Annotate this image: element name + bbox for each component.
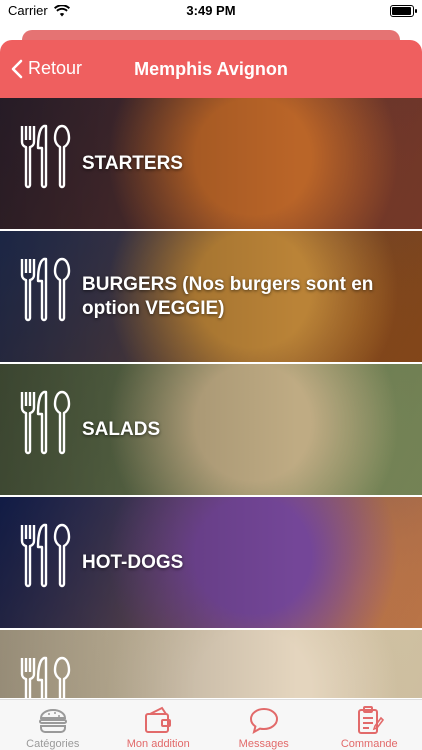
tab-label: Mon addition (126, 738, 190, 750)
category-label: SALADS (82, 418, 161, 440)
tab-bar: Catégories Mon addition Messages Command… (0, 699, 422, 750)
tab-messages[interactable]: Messages (211, 700, 317, 750)
order-clipboard-icon (358, 706, 385, 734)
tab-label: Commande (340, 738, 398, 750)
category-cell-menu[interactable] (0, 630, 422, 698)
cutlery-icon (20, 390, 71, 455)
navigation-bar: Retour Memphis Avignon (0, 40, 422, 98)
wallet-icon (145, 706, 172, 733)
tab-categories[interactable]: Catégories (0, 700, 106, 750)
category-cell-starters[interactable]: STARTERS (0, 98, 422, 229)
tab-commande[interactable]: Commande (317, 700, 422, 750)
cutlery-icon (20, 656, 71, 698)
category-label (82, 630, 402, 698)
page-title: Memphis Avignon (134, 59, 288, 79)
category-label: HOT-DOGS (82, 551, 184, 573)
category-cell-burgers[interactable]: BURGERS (Nos burgers sont en option VEGG… (0, 231, 422, 362)
category-label: STARTERS (82, 152, 183, 174)
tab-label: Messages (238, 738, 289, 750)
category-list[interactable]: STARTERS BURGERS (Nos burgers sont en op… (0, 98, 422, 698)
category-cell-hot-dogs[interactable]: HOT-DOGS (0, 497, 422, 628)
tab-label: Catégories (26, 738, 80, 750)
chat-bubble-icon (249, 707, 278, 735)
cutlery-icon (20, 124, 71, 189)
battery-icon (390, 5, 417, 17)
cutlery-icon (20, 523, 71, 588)
status-bar: Carrier 3:49 PM (0, 0, 422, 22)
burger-icon (38, 709, 67, 733)
category-label: BURGERS (Nos burgers sont en option VEGG… (82, 273, 374, 319)
category-cell-salads[interactable]: SALADS (0, 364, 422, 495)
tab-mon-addition[interactable]: Mon addition (106, 700, 212, 750)
status-time: 3:49 PM (186, 3, 236, 18)
cutlery-icon (20, 257, 71, 322)
